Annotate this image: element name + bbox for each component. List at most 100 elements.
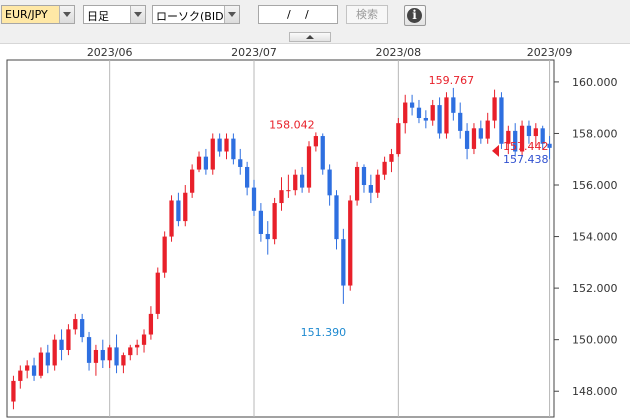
y-tick-label: 158.000 xyxy=(572,127,618,140)
chevron-down-icon[interactable] xyxy=(59,6,74,23)
candle-body xyxy=(86,337,92,363)
y-tick-label: 160.000 xyxy=(572,76,618,89)
y-tick-label: 156.000 xyxy=(572,179,618,192)
timeframe-select[interactable]: 日足 xyxy=(83,5,146,24)
candle-body xyxy=(80,319,85,338)
candle-body xyxy=(93,349,99,363)
date-separator: / xyxy=(305,8,309,21)
chevron-down-icon[interactable] xyxy=(130,6,145,23)
high-annotation: 159.767 xyxy=(429,74,475,87)
candle-body xyxy=(217,138,222,152)
candle-body xyxy=(31,365,37,376)
toolbar: EUR/JPY 日足 ローソク(BID) / / 検索 i xyxy=(0,0,630,30)
candle-body xyxy=(11,380,16,402)
last-bid-label: 157.442 xyxy=(503,140,549,153)
candle-body xyxy=(52,339,57,366)
date-input[interactable]: / / xyxy=(258,5,338,24)
candle-body xyxy=(272,203,277,240)
candle-body xyxy=(416,107,422,118)
candlestick-chart: 2023/06 2023/07 2023/08 2023/09 160.000 158.0… xyxy=(6,46,618,418)
y-tick-label: 148.000 xyxy=(572,385,618,398)
y-tick-label: 154.000 xyxy=(572,231,618,244)
candle-body xyxy=(141,334,147,345)
candle-body xyxy=(265,233,270,240)
candle-body xyxy=(348,200,353,286)
currency-pair-select[interactable]: EUR/JPY xyxy=(1,5,75,24)
candle-body xyxy=(451,97,456,113)
search-button[interactable]: 検索 xyxy=(346,5,388,24)
candle-body xyxy=(354,166,360,201)
chart-area: 2023/06 2023/07 2023/08 2023/09 160.000 158.0… xyxy=(0,43,630,420)
candle-body xyxy=(231,138,236,160)
info-icon: i xyxy=(407,8,422,23)
candle-body xyxy=(403,102,408,124)
candle-body xyxy=(245,166,250,188)
month-label: 2023/09 xyxy=(527,46,573,59)
collapse-toolbar-button[interactable] xyxy=(289,32,331,42)
candle-body xyxy=(38,352,44,376)
candle-body xyxy=(361,166,367,186)
candle-body xyxy=(73,319,78,330)
date-separator: / xyxy=(287,8,291,21)
candle-body xyxy=(45,352,50,366)
candle-body xyxy=(458,112,463,131)
candle-body xyxy=(162,236,167,273)
candle-body xyxy=(306,146,312,188)
low-annotation: 151.390 xyxy=(301,326,347,339)
candle-body xyxy=(423,117,428,121)
y-tick-label: 150.000 xyxy=(572,334,618,347)
candle-body xyxy=(279,190,284,204)
candle-body xyxy=(526,125,532,137)
chart-type-value: ローソク(BID) xyxy=(156,10,228,23)
month-label: 2023/06 xyxy=(87,46,133,59)
candle-body xyxy=(293,174,298,191)
candle-body xyxy=(210,138,215,170)
candle-body xyxy=(18,370,23,381)
candle-body xyxy=(375,174,380,193)
info-button[interactable]: i xyxy=(404,5,426,26)
timeframe-value: 日足 xyxy=(87,10,109,23)
candle-body xyxy=(430,105,435,121)
candle-body xyxy=(224,138,229,152)
candle-body xyxy=(128,347,133,356)
candle-body xyxy=(258,210,264,234)
candle-body xyxy=(203,156,209,170)
candle-body xyxy=(485,120,490,139)
candle-body xyxy=(533,128,538,137)
candle-body xyxy=(238,159,243,167)
candle-body xyxy=(368,185,373,193)
candle-body xyxy=(155,272,160,314)
candle-body xyxy=(176,200,181,222)
candle-body xyxy=(327,169,332,196)
candle-body xyxy=(334,195,339,240)
candle-body xyxy=(492,97,497,121)
candle-body xyxy=(396,123,401,155)
currency-pair-value: EUR/JPY xyxy=(5,8,48,21)
candle-body xyxy=(114,347,119,366)
high-annotation: 158.042 xyxy=(269,118,315,131)
candle-body xyxy=(25,365,30,371)
candle-body xyxy=(299,174,305,188)
candle-body xyxy=(196,156,202,170)
candle-body xyxy=(59,339,64,350)
chart-type-select[interactable]: ローソク(BID) xyxy=(152,5,240,24)
candle-body xyxy=(190,169,195,193)
y-tick-label: 152.000 xyxy=(572,282,618,295)
candle-body xyxy=(464,130,470,149)
candle-body xyxy=(478,128,483,139)
candle-body xyxy=(169,200,174,237)
candle-body xyxy=(382,161,387,175)
candle-body xyxy=(66,329,71,350)
candle-body xyxy=(389,154,394,162)
month-label: 2023/07 xyxy=(231,46,277,59)
candle-body xyxy=(499,97,504,144)
candle-body xyxy=(437,105,442,134)
candle-body xyxy=(148,313,154,335)
last-ask-label: 157.438 xyxy=(503,153,549,166)
candle-body xyxy=(121,355,126,366)
candle-body xyxy=(107,347,112,361)
chevron-down-icon[interactable] xyxy=(224,6,239,23)
candle-body xyxy=(251,187,257,211)
candle-body xyxy=(471,128,477,149)
candle-body xyxy=(341,239,346,286)
